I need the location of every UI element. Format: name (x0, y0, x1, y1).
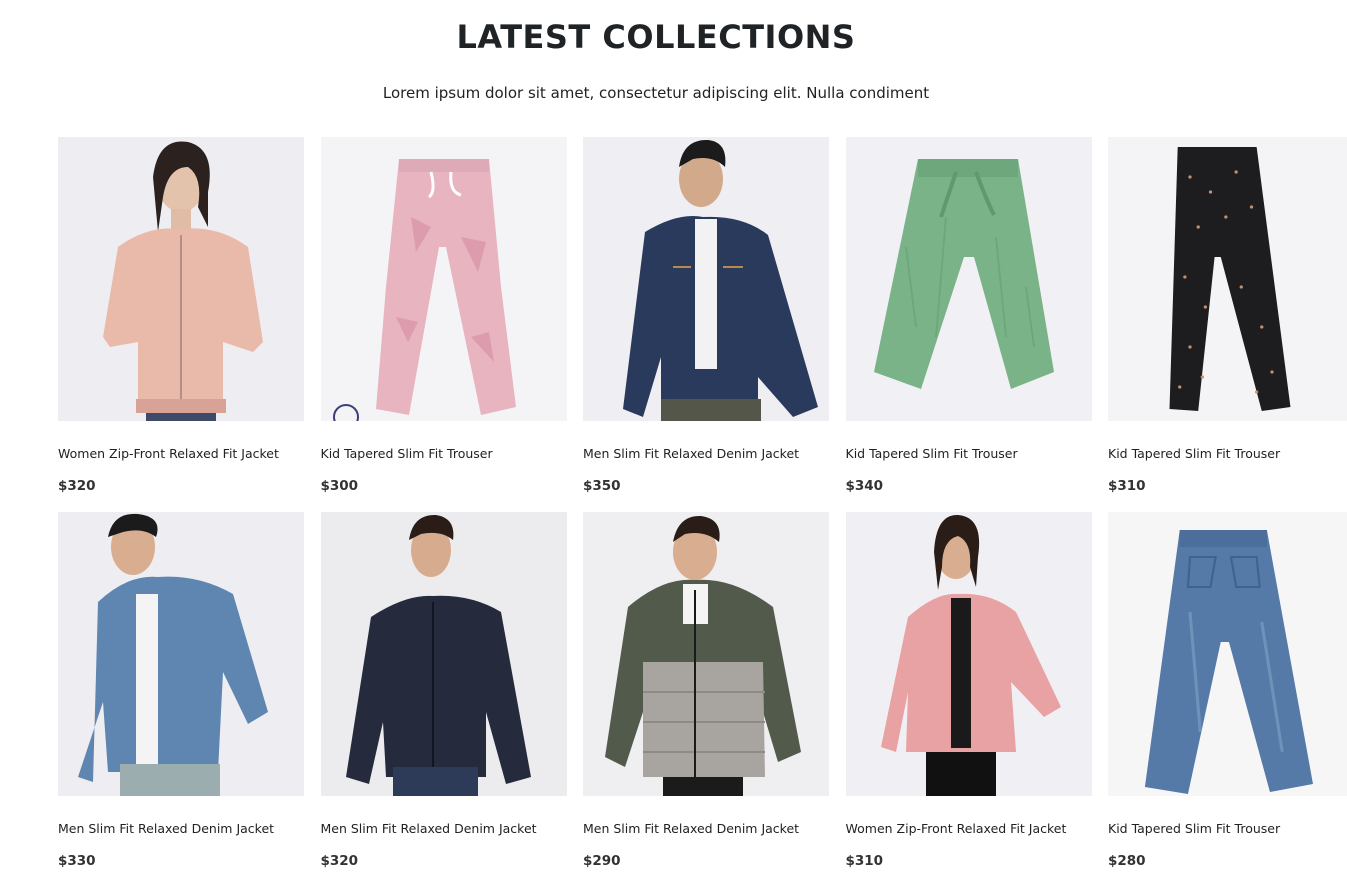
product-name[interactable]: Men Slim Fit Relaxed Denim Jacket (583, 821, 799, 836)
product-card[interactable]: Men Slim Fit Relaxed Denim Jacket $320 (320, 512, 567, 884)
product-image[interactable] (58, 512, 304, 796)
product-price: $340 (845, 478, 884, 494)
product-card[interactable]: Kid Tapered Slim Fit Trouser $310 (1108, 137, 1347, 512)
product-card[interactable]: Kid Tapered Slim Fit Trouser $300 (320, 137, 567, 512)
product-image[interactable] (1108, 137, 1347, 421)
product-card[interactable]: Women Zip-Front Relaxed Fit Jacket $310 (845, 512, 1092, 884)
section-title: LATEST COLLECTIONS (456, 18, 856, 56)
product-image[interactable] (583, 137, 829, 421)
product-price: $290 (583, 853, 621, 869)
product-image[interactable] (583, 512, 829, 796)
product-name[interactable]: Kid Tapered Slim Fit Trouser (1108, 446, 1280, 461)
product-image[interactable] (845, 512, 1092, 796)
product-price: $280 (1108, 853, 1146, 869)
product-price: $350 (583, 478, 621, 494)
product-image[interactable] (845, 137, 1092, 421)
product-name[interactable]: Kid Tapered Slim Fit Trouser (1108, 821, 1280, 836)
section-subtitle: Lorem ipsum dolor sit amet, consectetur … (382, 84, 930, 102)
product-price: $310 (1108, 478, 1146, 494)
product-name[interactable]: Men Slim Fit Relaxed Denim Jacket (583, 446, 799, 461)
product-image[interactable] (1108, 512, 1347, 796)
product-card[interactable]: Men Slim Fit Relaxed Denim Jacket $350 (583, 137, 829, 512)
product-image[interactable] (320, 137, 567, 421)
product-name[interactable]: Men Slim Fit Relaxed Denim Jacket (58, 821, 274, 836)
product-card[interactable]: Women Zip-Front Relaxed Fit Jacket $320 (58, 137, 304, 512)
product-price: $320 (58, 478, 96, 494)
product-name[interactable]: Kid Tapered Slim Fit Trouser (321, 446, 493, 461)
product-card[interactable]: Men Slim Fit Relaxed Denim Jacket $330 (58, 512, 304, 884)
product-card[interactable]: Kid Tapered Slim Fit Trouser $340 (845, 137, 1092, 512)
product-card[interactable]: Kid Tapered Slim Fit Trouser $280 (1108, 512, 1347, 884)
product-name[interactable]: Women Zip-Front Relaxed Fit Jacket (58, 446, 279, 461)
product-price: $320 (320, 853, 359, 869)
product-card[interactable]: Men Slim Fit Relaxed Denim Jacket $290 (583, 512, 829, 884)
product-price: $310 (845, 853, 884, 869)
product-price: $330 (58, 853, 96, 869)
product-name[interactable]: Men Slim Fit Relaxed Denim Jacket (321, 821, 537, 836)
product-image[interactable] (58, 137, 304, 421)
product-name[interactable]: Women Zip-Front Relaxed Fit Jacket (846, 821, 1067, 836)
product-image[interactable] (320, 512, 567, 796)
product-price: $300 (320, 478, 359, 494)
product-name[interactable]: Kid Tapered Slim Fit Trouser (846, 446, 1018, 461)
product-grid: Women Zip-Front Relaxed Fit Jacket $320 … (58, 137, 1347, 884)
